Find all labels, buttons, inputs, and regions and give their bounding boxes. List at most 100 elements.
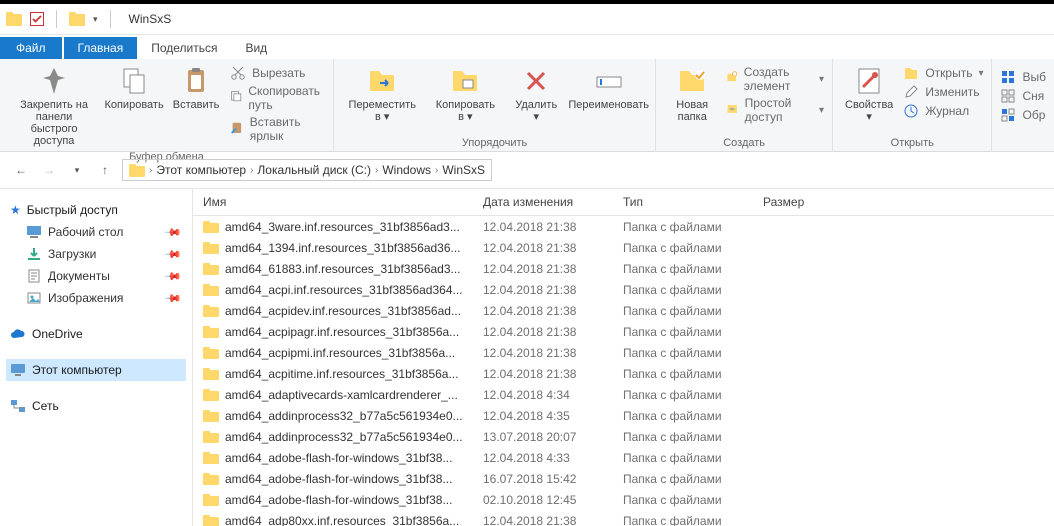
pin-label: Закрепить на панели быстрого доступа: [12, 99, 96, 147]
paste-shortcut-button[interactable]: Вставить ярлык: [230, 115, 325, 143]
table-row[interactable]: amd64_addinprocess32_b77a5c561934e0...13…: [193, 426, 1054, 447]
breadcrumb-seg-0[interactable]: Этот компьютер›: [156, 163, 253, 177]
group-open: Свойства ▾ Открыть ▾ Изменить Журнал Отк…: [833, 59, 992, 151]
sidebar-item-desktop[interactable]: Рабочий стол📌: [6, 221, 186, 243]
file-type: Папка с файлами: [613, 325, 753, 339]
table-row[interactable]: amd64_adobe-flash-for-windows_31bf38...1…: [193, 468, 1054, 489]
sidebar-item-label: Документы: [48, 269, 110, 283]
network-icon: [10, 399, 26, 413]
chevron-down-icon: ▾: [819, 74, 824, 85]
sidebar-item-downloads[interactable]: Загрузки📌: [6, 243, 186, 265]
table-row[interactable]: amd64_61883.inf.resources_31bf3856ad3...…: [193, 258, 1054, 279]
file-date: 02.10.2018 12:45: [473, 493, 613, 507]
col-date[interactable]: Дата изменения: [473, 195, 613, 209]
folder-icon: [203, 388, 219, 402]
new-folder-icon: [676, 65, 708, 97]
back-button[interactable]: ←: [10, 159, 32, 181]
open-button[interactable]: Открыть ▾: [903, 65, 983, 81]
copy-path-button[interactable]: Скопировать путь: [230, 84, 325, 112]
sidebar-item-pictures[interactable]: Изображения📌: [6, 287, 186, 309]
tab-file[interactable]: Файл: [0, 37, 62, 59]
table-row[interactable]: amd64_adaptivecards-xamlcardrenderer_...…: [193, 384, 1054, 405]
table-row[interactable]: amd64_acpi.inf.resources_31bf3856ad364..…: [193, 279, 1054, 300]
edit-button[interactable]: Изменить: [903, 84, 983, 100]
cut-button[interactable]: Вырезать: [230, 65, 325, 81]
delete-button[interactable]: Удалить ▾: [508, 63, 564, 125]
sidebar-item-documents[interactable]: Документы📌: [6, 265, 186, 287]
chevron-down-icon: ▾: [819, 105, 824, 116]
rename-button[interactable]: Переименовать: [570, 63, 647, 113]
col-type[interactable]: Тип: [613, 195, 753, 209]
file-type: Папка с файлами: [613, 304, 753, 318]
recent-dropdown[interactable]: ▾: [66, 159, 88, 181]
copy-path-icon: [230, 90, 242, 106]
group-clipboard: Закрепить на панели быстрого доступа Коп…: [0, 59, 334, 151]
table-row[interactable]: amd64_acpipagr.inf.resources_31bf3856a..…: [193, 321, 1054, 342]
up-button[interactable]: ↑: [94, 159, 116, 181]
file-date: 12.04.2018 21:38: [473, 262, 613, 276]
pictures-icon: [26, 290, 42, 306]
invert-icon: [1000, 107, 1016, 123]
table-row[interactable]: amd64_1394.inf.resources_31bf3856ad36...…: [193, 237, 1054, 258]
sidebar-onedrive[interactable]: OneDrive: [6, 323, 186, 345]
invert-label: Обр: [1022, 108, 1045, 122]
documents-icon: [26, 268, 42, 284]
move-to-button[interactable]: Переместить в ▾: [342, 63, 423, 125]
easy-access-button[interactable]: Простой доступ ▾: [726, 96, 824, 124]
properties-button[interactable]: Свойства ▾: [841, 63, 897, 125]
folder-icon: [69, 11, 85, 27]
sidebar-quick-access[interactable]: ★ Быстрый доступ: [6, 199, 186, 221]
file-date: 12.04.2018 21:38: [473, 283, 613, 297]
new-folder-button[interactable]: Новая папка: [664, 63, 720, 125]
select-none-label: Сня: [1022, 89, 1044, 103]
pin-icon: 📌: [164, 245, 183, 264]
tab-view[interactable]: Вид: [231, 37, 281, 59]
select-none-button[interactable]: Сня: [1000, 88, 1046, 104]
paste-button[interactable]: Вставить: [168, 63, 224, 113]
edit-label: Изменить: [925, 85, 979, 99]
history-button[interactable]: Журнал: [903, 103, 983, 119]
select-all-button[interactable]: Выб: [1000, 69, 1046, 85]
table-row[interactable]: amd64_adobe-flash-for-windows_31bf38...0…: [193, 489, 1054, 510]
ribbon-tabs: Файл Главная Поделиться Вид: [0, 35, 1054, 59]
qat-checkbox-icon[interactable]: [30, 12, 44, 26]
delete-icon: [520, 65, 552, 97]
table-row[interactable]: amd64_adobe-flash-for-windows_31bf38...1…: [193, 447, 1054, 468]
invert-selection-button[interactable]: Обр: [1000, 107, 1046, 123]
breadcrumb-seg-1[interactable]: Локальный диск (C:)›: [257, 163, 378, 177]
file-type: Папка с файлами: [613, 346, 753, 360]
breadcrumb[interactable]: › Этот компьютер› Локальный диск (C:)› W…: [122, 159, 492, 181]
table-row[interactable]: amd64_adp80xx.inf.resources_31bf3856a...…: [193, 510, 1054, 526]
table-row[interactable]: amd64_acpitime.inf.resources_31bf3856a..…: [193, 363, 1054, 384]
table-row[interactable]: amd64_acpipmi.inf.resources_31bf3856a...…: [193, 342, 1054, 363]
file-date: 12.04.2018 21:38: [473, 346, 613, 360]
table-row[interactable]: amd64_3ware.inf.resources_31bf3856ad3...…: [193, 216, 1054, 237]
tab-share[interactable]: Поделиться: [137, 37, 231, 59]
tab-home[interactable]: Главная: [64, 37, 138, 59]
paste-icon: [180, 65, 212, 97]
copy-to-button[interactable]: Копировать в ▾: [429, 63, 503, 125]
file-name: amd64_addinprocess32_b77a5c561934e0...: [225, 409, 463, 423]
title-bar: ▾ WinSxS: [0, 4, 1054, 35]
chevron-right-icon[interactable]: ›: [149, 165, 152, 176]
file-name: amd64_addinprocess32_b77a5c561934e0...: [225, 430, 463, 444]
file-type: Папка с файлами: [613, 220, 753, 234]
file-type: Папка с файлами: [613, 514, 753, 526]
group-new-label: Создать: [664, 135, 824, 149]
col-name[interactable]: Имя: [193, 195, 473, 209]
col-size[interactable]: Размер: [753, 195, 853, 209]
file-name: amd64_61883.inf.resources_31bf3856ad3...: [225, 262, 461, 276]
table-row[interactable]: amd64_acpidev.inf.resources_31bf3856ad..…: [193, 300, 1054, 321]
breadcrumb-seg-2[interactable]: Windows›: [382, 163, 438, 177]
table-row[interactable]: amd64_addinprocess32_b77a5c561934e0...12…: [193, 405, 1054, 426]
copy-button[interactable]: Копировать: [106, 63, 162, 113]
breadcrumb-seg-3[interactable]: WinSxS: [442, 163, 485, 177]
history-icon: [903, 103, 919, 119]
pin-to-quick-access-button[interactable]: Закрепить на панели быстрого доступа: [8, 63, 100, 149]
qat-dropdown-icon[interactable]: ▾: [93, 14, 98, 25]
forward-button[interactable]: →: [38, 159, 60, 181]
sidebar-this-pc[interactable]: Этот компьютер: [6, 359, 186, 381]
new-item-button[interactable]: Создать элемент ▾: [726, 65, 824, 93]
sidebar-network[interactable]: Сеть: [6, 395, 186, 417]
history-label: Журнал: [925, 104, 969, 118]
